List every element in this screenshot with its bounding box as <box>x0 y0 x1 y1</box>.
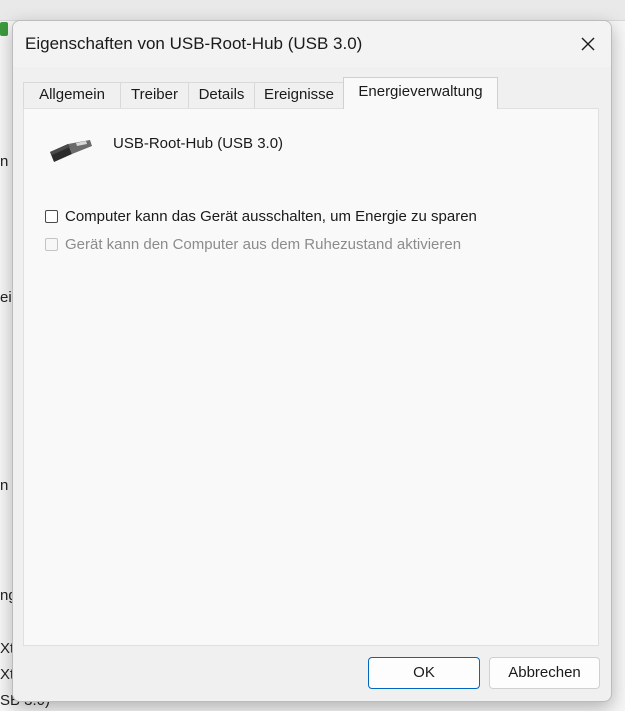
background-text-fragment: n <box>0 477 9 494</box>
allow-wake-checkbox <box>45 238 58 251</box>
tab-treiber[interactable]: Treiber <box>120 82 189 108</box>
close-button[interactable] <box>565 21 611 67</box>
cancel-button[interactable]: Abbrechen <box>489 657 600 689</box>
allow-power-off-checkbox[interactable] <box>45 210 58 223</box>
option-allow-wake: Gerät kann den Computer aus dem Ruhezust… <box>45 236 461 253</box>
usb-connector-icon <box>46 134 94 167</box>
tab-allgemein[interactable]: Allgemein <box>23 82 121 108</box>
dialog-titlebar[interactable]: Eigenschaften von USB-Root-Hub (USB 3.0) <box>13 21 611 67</box>
close-icon <box>581 37 595 51</box>
tab-energieverwaltung[interactable]: Energieverwaltung <box>343 77 498 109</box>
allow-wake-label: Gerät kann den Computer aus dem Ruhezust… <box>65 236 462 253</box>
option-allow-power-off[interactable]: Computer kann das Gerät ausschalten, um … <box>45 208 477 225</box>
background-app-icon <box>0 22 8 36</box>
dialog-title: Eigenschaften von USB-Root-Hub (USB 3.0) <box>25 34 363 53</box>
tab-ereignisse[interactable]: Ereignisse <box>254 82 344 108</box>
background-text-fragment: n <box>0 153 9 170</box>
device-name: USB-Root-Hub (USB 3.0) <box>113 135 284 152</box>
tab-details[interactable]: Details <box>188 82 255 108</box>
ok-button[interactable]: OK <box>368 657 480 689</box>
tab-panel-energieverwaltung: USB-Root-Hub (USB 3.0) Computer kann das… <box>23 108 599 646</box>
properties-dialog: Eigenschaften von USB-Root-Hub (USB 3.0)… <box>12 20 612 702</box>
background-toolbar <box>0 0 625 21</box>
allow-power-off-label[interactable]: Computer kann das Gerät ausschalten, um … <box>65 208 477 225</box>
